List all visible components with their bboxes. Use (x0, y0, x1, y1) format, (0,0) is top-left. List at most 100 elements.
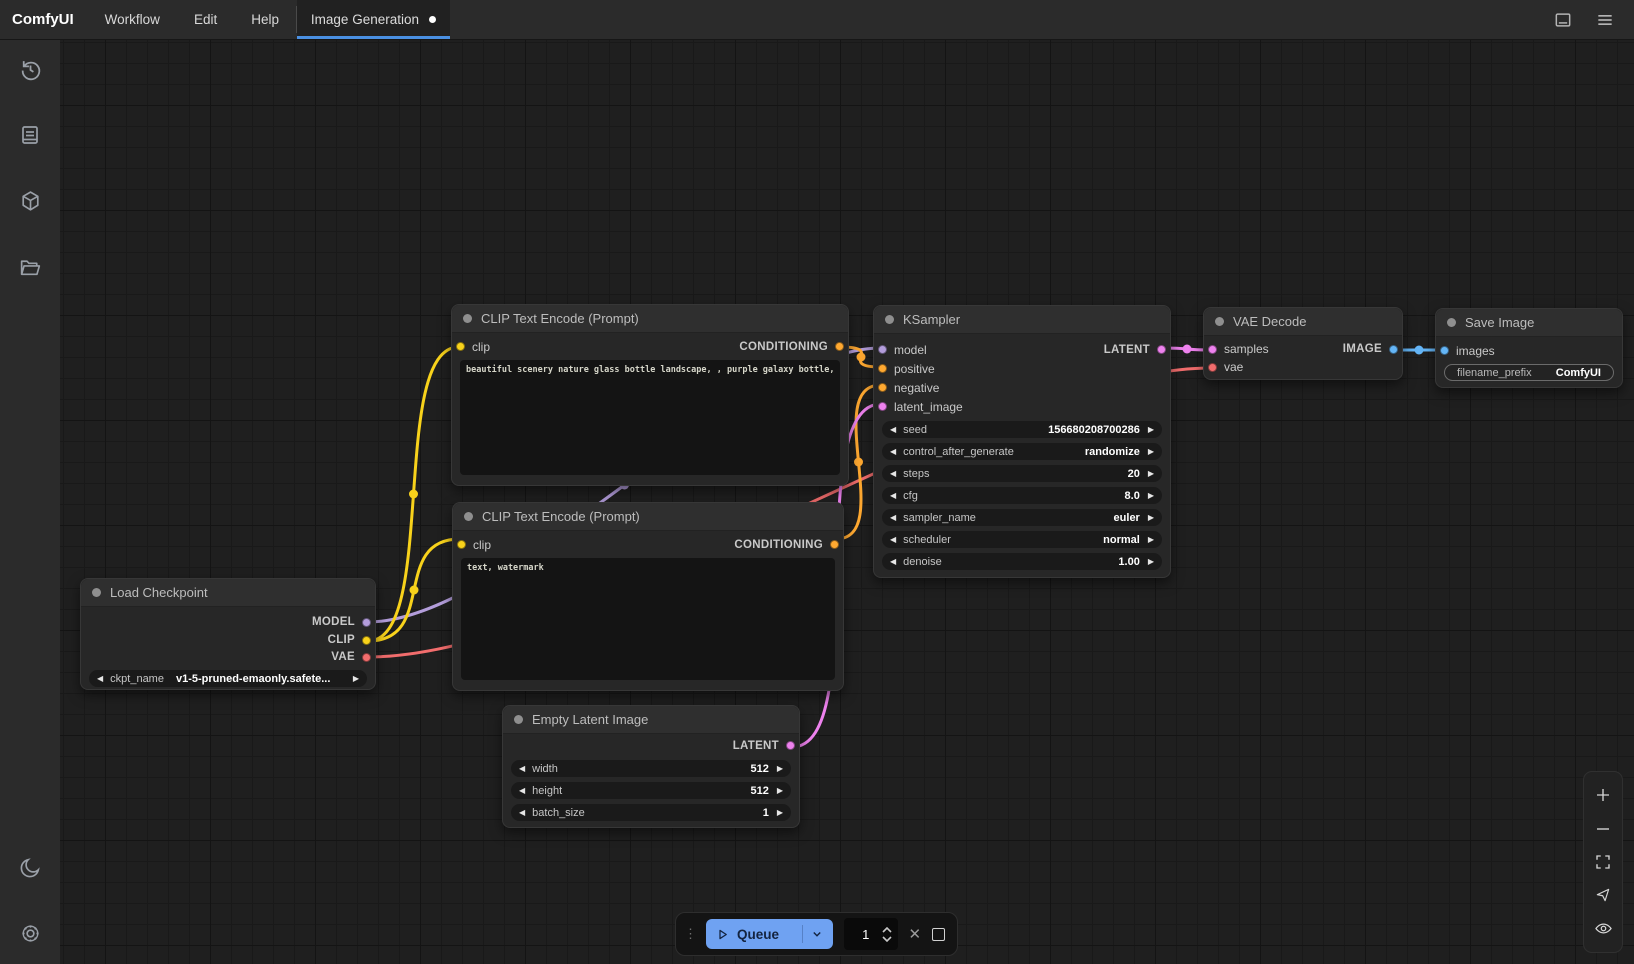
increment-arrow-icon[interactable]: ▶ (1148, 448, 1154, 456)
increment-arrow-icon[interactable]: ▶ (1148, 426, 1154, 434)
width-widget[interactable]: ◀ width 512 ▶ (511, 760, 791, 777)
positive-input-port[interactable] (878, 364, 887, 373)
steps-widget[interactable]: ◀ steps 20 ▶ (882, 465, 1162, 482)
seed-widget[interactable]: ◀ seed 156680208700286 ▶ (882, 421, 1162, 438)
decrement-arrow-icon[interactable]: ◀ (519, 787, 525, 795)
menu-edit[interactable]: Edit (177, 0, 234, 39)
node-title-bar[interactable]: VAE Decode (1204, 308, 1402, 336)
image-output-port[interactable] (1389, 345, 1398, 354)
denoise-widget[interactable]: ◀ denoise 1.00 ▶ (882, 553, 1162, 570)
increment-arrow-icon[interactable]: ▶ (1148, 514, 1154, 522)
increment-arrow-icon[interactable]: ▶ (777, 765, 783, 773)
tab-image-generation[interactable]: Image Generation (297, 0, 450, 39)
port-label-model: model (894, 343, 927, 357)
conditioning-output-port[interactable] (830, 540, 839, 549)
node-status-dot (1447, 318, 1456, 327)
batch-count-spinner[interactable]: 1 (844, 918, 898, 950)
chevron-down-icon (810, 927, 824, 941)
queue-options-chevron[interactable] (802, 925, 824, 943)
clip-input-port[interactable] (456, 342, 465, 351)
decrement-arrow-icon[interactable]: ◀ (890, 470, 896, 478)
stop-icon[interactable] (932, 928, 945, 941)
fit-view-icon[interactable] (1593, 852, 1613, 872)
port-label-clip: clip (472, 340, 490, 354)
node-library-icon[interactable] (17, 188, 43, 214)
drag-handle-icon[interactable]: ⋮ (684, 926, 695, 942)
decrement-arrow-icon[interactable]: ◀ (890, 448, 896, 456)
node-title-bar[interactable]: Load Checkpoint (81, 579, 375, 607)
increment-arrow-icon[interactable]: ▶ (1148, 536, 1154, 544)
decrement-arrow-icon[interactable]: ◀ (890, 558, 896, 566)
menu-workflow[interactable]: Workflow (88, 0, 177, 39)
vae-input-port[interactable] (1208, 363, 1217, 372)
menu-help[interactable]: Help (234, 0, 296, 39)
spinner-down-icon[interactable] (882, 936, 892, 942)
node-title-bar[interactable]: Empty Latent Image (503, 706, 799, 734)
zoom-in-icon[interactable] (1593, 785, 1613, 805)
prev-value-arrow-icon[interactable]: ◀ (97, 675, 103, 683)
decrement-arrow-icon[interactable]: ◀ (890, 426, 896, 434)
node-title-bar[interactable]: CLIP Text Encode (Prompt) (452, 305, 848, 333)
cfg-widget[interactable]: ◀ cfg 8.0 ▶ (882, 487, 1162, 504)
node-load-checkpoint[interactable]: Load Checkpoint MODEL CLIP VAE ◀ ckpt_na… (80, 578, 376, 690)
sampler-name-widget[interactable]: ◀ sampler_name euler ▶ (882, 509, 1162, 526)
port-label-vae: vae (1224, 360, 1243, 374)
node-clip-text-encode-negative[interactable]: CLIP Text Encode (Prompt) clip CONDITION… (452, 502, 844, 691)
control-after-generate-widget[interactable]: ◀ control_after_generate randomize ▶ (882, 443, 1162, 460)
node-empty-latent-image[interactable]: Empty Latent Image LATENT ◀ width 512 ▶ … (502, 705, 800, 828)
latent-output-port[interactable] (1157, 345, 1166, 354)
queue-log-icon[interactable] (17, 122, 43, 148)
increment-arrow-icon[interactable]: ▶ (777, 787, 783, 795)
latent-output-port[interactable] (786, 741, 795, 750)
zoom-out-icon[interactable] (1593, 819, 1613, 839)
node-title-bar[interactable]: KSampler (874, 306, 1170, 334)
decrement-arrow-icon[interactable]: ◀ (890, 514, 896, 522)
conditioning-output-port[interactable] (835, 342, 844, 351)
bottom-panel-icon[interactable] (1552, 9, 1574, 31)
clip-input-port[interactable] (457, 540, 466, 549)
widget-value: euler (1114, 512, 1140, 524)
height-widget[interactable]: ◀ height 512 ▶ (511, 782, 791, 799)
next-value-arrow-icon[interactable]: ▶ (353, 675, 359, 683)
workflows-folder-icon[interactable] (17, 254, 43, 280)
batch-size-widget[interactable]: ◀ batch_size 1 ▶ (511, 804, 791, 821)
node-clip-text-encode-positive[interactable]: CLIP Text Encode (Prompt) clip CONDITION… (451, 304, 849, 486)
clear-queue-icon[interactable]: ✕ (909, 925, 922, 943)
decrement-arrow-icon[interactable]: ◀ (890, 536, 896, 544)
node-title-bar[interactable]: Save Image (1436, 309, 1622, 337)
active-tab-underline (297, 36, 450, 39)
ckpt-name-widget[interactable]: ◀ ckpt_name v1-5-pruned-emaonly.safete..… (89, 670, 367, 687)
increment-arrow-icon[interactable]: ▶ (1148, 470, 1154, 478)
spinner-up-icon[interactable] (882, 927, 892, 933)
images-input-port[interactable] (1440, 346, 1449, 355)
menu-icon[interactable] (1594, 9, 1616, 31)
history-icon[interactable] (17, 56, 43, 82)
widget-name: height (532, 785, 562, 797)
node-vae-decode[interactable]: VAE Decode samples IMAGE vae (1203, 307, 1403, 380)
decrement-arrow-icon[interactable]: ◀ (519, 809, 525, 817)
latent-image-input-port[interactable] (878, 402, 887, 411)
node-save-image[interactable]: Save Image images filename_prefix ComfyU… (1435, 308, 1623, 388)
toggle-link-visibility-eye-icon[interactable] (1593, 919, 1613, 939)
samples-input-port[interactable] (1208, 345, 1217, 354)
node-title-bar[interactable]: CLIP Text Encode (Prompt) (453, 503, 843, 531)
settings-gear-icon[interactable] (17, 920, 43, 946)
model-output-port[interactable] (362, 618, 371, 627)
negative-prompt-textarea[interactable]: text, watermark (461, 558, 835, 680)
model-input-port[interactable] (878, 345, 887, 354)
clip-output-port[interactable] (362, 636, 371, 645)
theme-toggle-moon-icon[interactable] (17, 854, 43, 880)
queue-run-button[interactable]: Queue (706, 919, 833, 949)
scheduler-widget[interactable]: ◀ scheduler normal ▶ (882, 531, 1162, 548)
negative-input-port[interactable] (878, 383, 887, 392)
increment-arrow-icon[interactable]: ▶ (1148, 558, 1154, 566)
increment-arrow-icon[interactable]: ▶ (1148, 492, 1154, 500)
decrement-arrow-icon[interactable]: ◀ (890, 492, 896, 500)
positive-prompt-textarea[interactable]: beautiful scenery nature glass bottle la… (460, 360, 840, 475)
node-ksampler[interactable]: KSampler model LATENT positive negative … (873, 305, 1171, 578)
pan-mode-icon[interactable] (1593, 885, 1613, 905)
increment-arrow-icon[interactable]: ▶ (777, 809, 783, 817)
decrement-arrow-icon[interactable]: ◀ (519, 765, 525, 773)
filename-prefix-widget[interactable]: filename_prefix ComfyUI (1444, 364, 1614, 381)
vae-output-port[interactable] (362, 653, 371, 662)
